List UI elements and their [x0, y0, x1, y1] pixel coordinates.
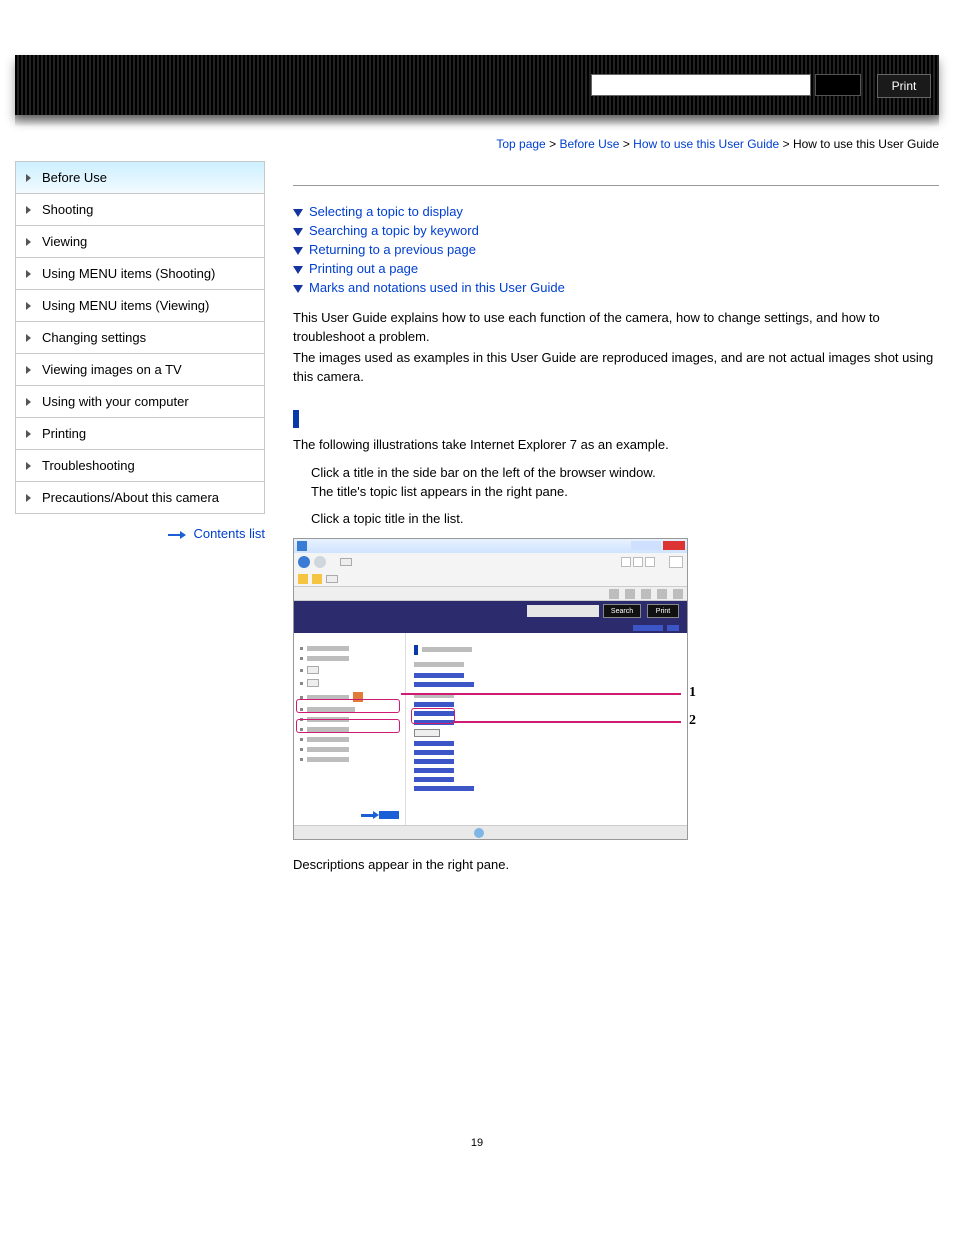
browser-statusbar: [294, 825, 687, 839]
step-list: Click a title in the side bar on the lef…: [311, 465, 939, 526]
tool-icon: [609, 589, 619, 599]
step-text: The title's topic list appears in the ri…: [311, 484, 939, 499]
jump-link[interactable]: Returning to a previous page: [309, 242, 476, 257]
page-number: 19: [15, 1137, 939, 1149]
breadcrumb-sep: >: [549, 137, 556, 151]
subheader-block: [633, 625, 663, 631]
sidebar-item-menu-shooting[interactable]: Using MENU items (Shooting): [16, 258, 264, 290]
breadcrumb-link[interactable]: How to use this User Guide: [633, 137, 779, 151]
jump-link[interactable]: Selecting a topic to display: [309, 204, 463, 219]
tool-icon: [673, 589, 683, 599]
section-heading: [293, 410, 939, 428]
sidebar-item-printing[interactable]: Printing: [16, 418, 264, 450]
page-sidebar: [294, 633, 406, 825]
page-main: [406, 633, 687, 825]
illustration-caption: The following illustrations take Interne…: [293, 436, 939, 455]
jump-link[interactable]: Marks and notations used in this User Gu…: [309, 280, 565, 295]
sidebar: Before Use Shooting Viewing Using MENU i…: [15, 161, 265, 877]
page-search-input: [527, 605, 599, 617]
browser-nav-row: [294, 553, 687, 571]
triangle-down-icon: [293, 266, 303, 274]
minimize-maximize-icon: [631, 541, 661, 550]
search-button[interactable]: [815, 74, 861, 96]
callout-line: [401, 693, 681, 695]
callout-box: [411, 708, 455, 724]
triangle-down-icon: [293, 228, 303, 236]
sidebar-item-tv[interactable]: Viewing images on a TV: [16, 354, 264, 386]
breadcrumb-link[interactable]: Before Use: [559, 137, 619, 151]
callout-number: 1: [689, 685, 696, 701]
after-illustration-text: Descriptions appear in the right pane.: [293, 856, 939, 875]
breadcrumb-current: How to use this User Guide: [793, 137, 939, 151]
favorite-icon: [312, 574, 322, 584]
jump-link[interactable]: Printing out a page: [309, 261, 418, 276]
nav-button-icon: [621, 557, 631, 567]
close-icon: [663, 541, 685, 550]
sidebar-item-troubleshooting[interactable]: Troubleshooting: [16, 450, 264, 482]
sidebar-item-changing-settings[interactable]: Changing settings: [16, 322, 264, 354]
intro-text: The images used as examples in this User…: [293, 349, 939, 387]
page-body: [294, 633, 687, 825]
intro-text: This User Guide explains how to use each…: [293, 309, 939, 347]
back-icon: [298, 556, 310, 568]
nav-button-icon: [633, 557, 643, 567]
callout-box: [296, 699, 400, 713]
tool-icon: [625, 589, 635, 599]
sidebar-item-precautions[interactable]: Precautions/About this camera: [16, 482, 264, 514]
breadcrumb-sep: >: [623, 137, 630, 151]
jump-link-list: Selecting a topic to display Searching a…: [293, 204, 939, 295]
sidebar-item-menu-viewing[interactable]: Using MENU items (Viewing): [16, 290, 264, 322]
search-input[interactable]: [591, 74, 811, 96]
nav-button-icon: [645, 557, 655, 567]
search-field-icon: [669, 556, 683, 568]
subheader-block: [667, 625, 679, 631]
breadcrumb: Top page > Before Use > How to use this …: [15, 137, 939, 151]
window-titlebar: [294, 539, 687, 553]
sidebar-item-viewing[interactable]: Viewing: [16, 226, 264, 258]
contents-list-link[interactable]: Contents list: [15, 526, 265, 541]
callout-number: 2: [689, 713, 696, 729]
heading-bar-icon: [293, 410, 299, 428]
page-subheader: [294, 623, 687, 633]
breadcrumb-sep: >: [783, 137, 790, 151]
sidebar-item-before-use[interactable]: Before Use: [16, 162, 264, 194]
tool-icon: [657, 589, 667, 599]
sidebar-item-computer[interactable]: Using with your computer: [16, 386, 264, 418]
page-header-bar: Search Print: [294, 601, 687, 623]
callout-line: [453, 721, 681, 723]
triangle-down-icon: [293, 285, 303, 293]
tab-icon: [326, 575, 338, 583]
step-text: Click a topic title in the list.: [311, 511, 939, 526]
triangle-down-icon: [293, 247, 303, 255]
forward-icon: [314, 556, 326, 568]
callout-box: [296, 719, 400, 733]
sidebar-item-shooting[interactable]: Shooting: [16, 194, 264, 226]
sidebar-menu: Before Use Shooting Viewing Using MENU i…: [15, 161, 265, 514]
divider: [293, 185, 939, 186]
accent-bar-icon: [414, 645, 418, 655]
browser-toolbar: [294, 587, 687, 601]
triangle-down-icon: [293, 209, 303, 217]
page-search-button: Search: [603, 604, 641, 618]
jump-link[interactable]: Searching a topic by keyword: [309, 223, 479, 238]
illustration-frame: Search Print: [293, 538, 688, 840]
breadcrumb-link[interactable]: Top page: [496, 137, 545, 151]
globe-icon: [474, 828, 484, 838]
browser-tab-row: [294, 571, 687, 587]
print-button[interactable]: Print: [877, 74, 931, 98]
contents-list-label[interactable]: Contents list: [193, 526, 265, 541]
page-icon: [340, 558, 352, 566]
tool-icon: [641, 589, 651, 599]
arrow-right-icon: [168, 526, 186, 541]
window-icon: [297, 541, 307, 551]
page-print-button: Print: [647, 604, 679, 618]
favorite-icon: [298, 574, 308, 584]
step-text: Click a title in the side bar on the lef…: [311, 465, 939, 480]
header-bar: Print: [15, 55, 939, 115]
main-content: Selecting a topic to display Searching a…: [293, 161, 939, 877]
illustration: Search Print: [293, 538, 688, 840]
